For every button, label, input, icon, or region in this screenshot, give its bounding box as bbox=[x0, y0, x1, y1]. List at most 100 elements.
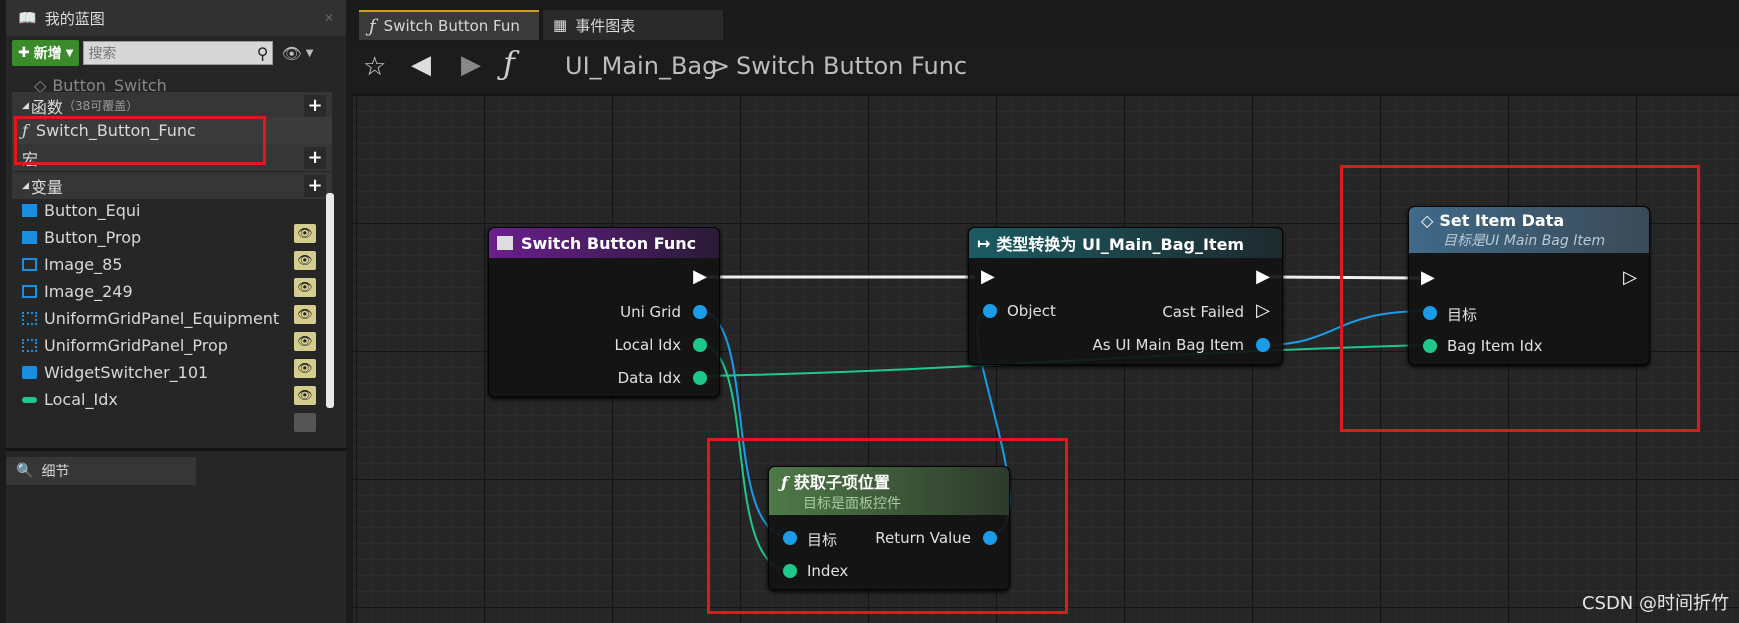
variable-item[interactable]: Image_85 bbox=[12, 251, 332, 278]
functions-section-label: 函数 bbox=[30, 97, 63, 117]
add-function-button[interactable]: + bbox=[304, 94, 326, 117]
close-icon[interactable]: ✕ bbox=[324, 11, 334, 25]
my-blueprint-panel: 📖 我的蓝图 ✕ ✚ 新增 ▼ 搜索 ⚲ 👁 ▼ ◇ Button_Switch… bbox=[6, 0, 346, 623]
tab-label: Switch Button Fun bbox=[383, 17, 520, 35]
my-blueprint-tab[interactable]: 📖 我的蓝图 ✕ bbox=[6, 0, 346, 36]
variable-label: UniformGridPanel_Prop bbox=[44, 336, 228, 355]
highlight-box bbox=[707, 438, 1068, 614]
watermark: CSDN @时间折竹 bbox=[1581, 593, 1729, 614]
visibility-toggle-icon[interactable]: 👁 bbox=[294, 278, 316, 297]
details-tab-label: 细节 bbox=[41, 464, 70, 480]
chevron-down-icon[interactable]: ▼ bbox=[306, 48, 314, 59]
eye-icon[interactable]: 👁 bbox=[281, 44, 301, 63]
tab-title: 我的蓝图 bbox=[44, 9, 105, 28]
pin-label: Data Idx bbox=[617, 369, 681, 387]
visibility-toggle-icon[interactable] bbox=[294, 413, 316, 432]
int-pin[interactable] bbox=[693, 338, 707, 352]
visibility-toggle-icon[interactable]: 👁 bbox=[294, 359, 316, 378]
expand-arrow-icon: ◢ bbox=[22, 180, 29, 191]
panel-divider bbox=[6, 448, 346, 451]
function-icon: ƒ bbox=[503, 44, 515, 82]
add-variable-button[interactable]: + bbox=[304, 174, 326, 197]
pin-label: Local Idx bbox=[614, 336, 681, 354]
chevron-down-icon: ▼ bbox=[65, 47, 74, 59]
highlight-box bbox=[1340, 165, 1700, 432]
image-variable-icon bbox=[22, 285, 37, 298]
details-tab[interactable]: 🔍 细节 bbox=[6, 457, 196, 485]
pin-label: Cast Failed bbox=[1162, 303, 1244, 321]
visibility-toggle-icon[interactable]: 👁 bbox=[294, 251, 316, 270]
widget-switcher-icon bbox=[22, 366, 37, 379]
variable-item[interactable]: Button_Equi bbox=[12, 197, 332, 224]
functions-section[interactable]: ◢ 函数 （38可覆盖） + bbox=[12, 92, 332, 119]
search-placeholder: 搜索 bbox=[88, 46, 117, 62]
variables-section-label: 变量 bbox=[30, 177, 63, 197]
search-input[interactable]: 搜索 ⚲ bbox=[83, 41, 274, 65]
graph-toolbar: ☆ ◀ ▶ ƒ UI_Main_Bag > Switch Button Func bbox=[353, 42, 1739, 95]
button-variable-icon bbox=[22, 231, 37, 244]
add-new-label: 新增 bbox=[33, 46, 62, 62]
integer-variable-icon bbox=[22, 396, 37, 403]
exec-pin-outline-icon[interactable]: ▷ bbox=[1256, 300, 1270, 321]
search-icon: ⚲ bbox=[256, 43, 269, 63]
blueprint-toolbar: ✚ 新增 ▼ 搜索 ⚲ 👁 ▼ bbox=[6, 36, 346, 70]
variables-section[interactable]: ◢ 变量 + bbox=[12, 172, 332, 199]
variable-label: Image_249 bbox=[44, 282, 133, 301]
variable-label: Button_Equi bbox=[44, 201, 141, 220]
exec-pin-icon[interactable]: ▶ bbox=[1256, 266, 1270, 287]
tab-event-graph[interactable]: ▦ 事件图表 bbox=[543, 10, 723, 40]
breadcrumb-separator: > bbox=[710, 52, 731, 80]
variable-label: WidgetSwitcher_101 bbox=[44, 363, 209, 382]
highlight-box bbox=[14, 116, 266, 165]
add-new-button[interactable]: ✚ 新增 ▼ bbox=[12, 40, 80, 66]
tab-switch-button-func[interactable]: ƒ Switch Button Fun bbox=[359, 10, 539, 40]
cast-icon: ↦ bbox=[977, 233, 991, 253]
variable-item[interactable]: Button_Prop bbox=[12, 224, 332, 251]
star-icon[interactable]: ☆ bbox=[363, 52, 386, 82]
object-pin[interactable] bbox=[1256, 338, 1270, 352]
add-macro-button[interactable]: + bbox=[304, 146, 326, 169]
visibility-toggle-icon[interactable]: 👁 bbox=[294, 386, 316, 405]
variable-label: UniformGridPanel_Equipment bbox=[44, 309, 280, 328]
button-variable-icon bbox=[22, 204, 37, 217]
cast-node[interactable]: ↦ 类型转换为 UI_Main_Bag_Item ▶ ▶ Object Cast… bbox=[968, 227, 1283, 365]
grid-panel-icon bbox=[22, 339, 37, 352]
breadcrumb-current: Switch Button Func bbox=[736, 52, 968, 80]
node-title: Switch Button Func bbox=[521, 233, 697, 253]
variable-item[interactable]: WidgetSwitcher_101 bbox=[12, 359, 332, 386]
forward-arrow-icon[interactable]: ▶ bbox=[461, 50, 481, 80]
visibility-toggle-icon[interactable]: 👁 bbox=[294, 332, 316, 351]
plus-icon: ✚ bbox=[18, 45, 30, 61]
scrollbar[interactable] bbox=[326, 193, 334, 408]
variable-item[interactable]: Local_Idx bbox=[12, 386, 332, 413]
node-header: Switch Button Func bbox=[489, 228, 719, 258]
node-header: ↦ 类型转换为 UI_Main_Bag_Item bbox=[969, 228, 1282, 258]
tab-label: 事件图表 bbox=[575, 16, 636, 35]
editor-tab-bar: ƒ Switch Button Fun ▦ 事件图表 bbox=[353, 0, 1739, 42]
object-pin[interactable] bbox=[693, 305, 707, 319]
event-graph-icon: ▦ bbox=[553, 16, 568, 34]
functions-count: （38可覆盖） bbox=[62, 99, 139, 113]
expand-arrow-icon: ◢ bbox=[22, 100, 29, 111]
breadcrumb-root[interactable]: UI_Main_Bag bbox=[565, 52, 717, 80]
variable-label: Local_Idx bbox=[44, 390, 118, 409]
variable-label: Image_85 bbox=[44, 255, 123, 274]
back-arrow-icon[interactable]: ◀ bbox=[411, 50, 431, 80]
variable-item[interactable]: Image_249 bbox=[12, 278, 332, 305]
visibility-toggle-icon[interactable]: 👁 bbox=[294, 224, 316, 243]
function-icon: ƒ bbox=[369, 15, 376, 37]
pin-label: Object bbox=[1007, 302, 1056, 320]
exec-pin-icon[interactable]: ▶ bbox=[693, 266, 707, 287]
function-entry-node[interactable]: Switch Button Func ▶ Uni Grid Local Idx … bbox=[488, 227, 720, 397]
visibility-toggle-icon[interactable]: 👁 bbox=[294, 305, 316, 324]
pin-label: Uni Grid bbox=[620, 303, 681, 321]
variable-item[interactable]: UniformGridPanel_Equipment bbox=[12, 305, 332, 332]
int-pin[interactable] bbox=[693, 371, 707, 385]
book-icon: 📖 bbox=[18, 9, 37, 27]
variable-item[interactable]: UniformGridPanel_Prop bbox=[12, 332, 332, 359]
exec-pin-icon[interactable]: ▶ bbox=[981, 266, 995, 287]
variable-label: Button_Prop bbox=[44, 228, 142, 247]
grid-panel-icon bbox=[22, 312, 37, 325]
object-pin[interactable] bbox=[983, 304, 997, 318]
info-search-icon: 🔍 bbox=[16, 463, 34, 479]
